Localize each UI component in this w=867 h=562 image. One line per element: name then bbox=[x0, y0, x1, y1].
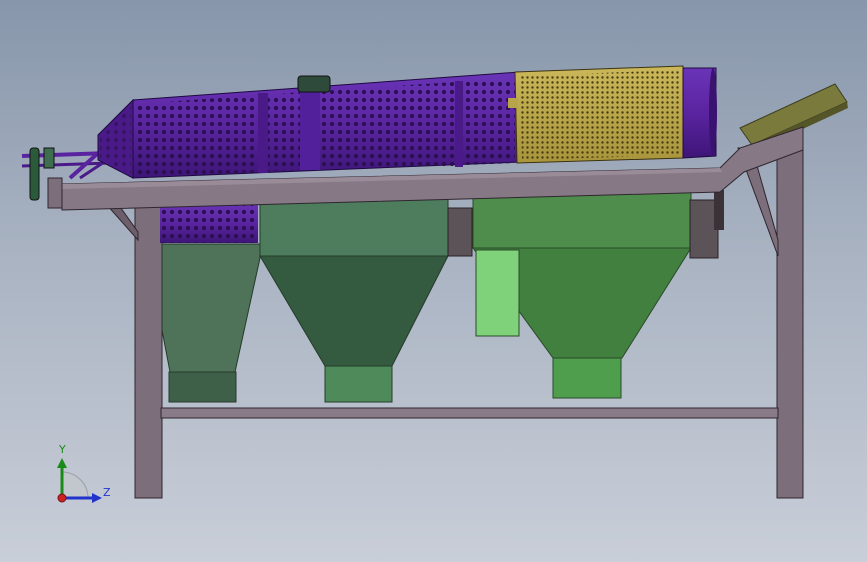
drum-ring-1 bbox=[258, 93, 268, 173]
drum-mount-block bbox=[297, 75, 331, 93]
triad-plane-arc bbox=[61, 471, 89, 499]
drum-outlet-ring[interactable] bbox=[682, 67, 717, 159]
drive-wheel bbox=[29, 147, 40, 201]
cad-viewport[interactable]: Y Z bbox=[0, 0, 867, 562]
x-axis-dot bbox=[57, 493, 67, 503]
z-axis-head bbox=[92, 493, 102, 503]
coordinate-triad: Y Z bbox=[40, 438, 120, 518]
outlet-chute[interactable] bbox=[475, 249, 520, 337]
rotary-drum[interactable] bbox=[97, 71, 521, 179]
leg-right bbox=[776, 149, 804, 499]
coupling bbox=[43, 147, 55, 169]
drum-ring-2 bbox=[300, 90, 320, 170]
hopper-1[interactable] bbox=[161, 243, 261, 403]
hopper-2[interactable] bbox=[259, 195, 449, 403]
bearing-block-middle[interactable] bbox=[447, 207, 473, 257]
triad-graphic bbox=[57, 458, 102, 503]
leg-left bbox=[134, 199, 163, 499]
drum-ring-3 bbox=[455, 81, 463, 167]
y-axis-head bbox=[57, 458, 67, 468]
drum-lower-section[interactable] bbox=[160, 203, 258, 243]
z-axis-label: Z bbox=[103, 486, 111, 499]
fine-mesh-screen[interactable] bbox=[508, 65, 684, 164]
lower-rail bbox=[160, 407, 779, 419]
y-axis-label: Y bbox=[59, 443, 66, 456]
trommel-screen-model[interactable] bbox=[0, 0, 867, 562]
bearing-block-right[interactable] bbox=[689, 199, 719, 259]
